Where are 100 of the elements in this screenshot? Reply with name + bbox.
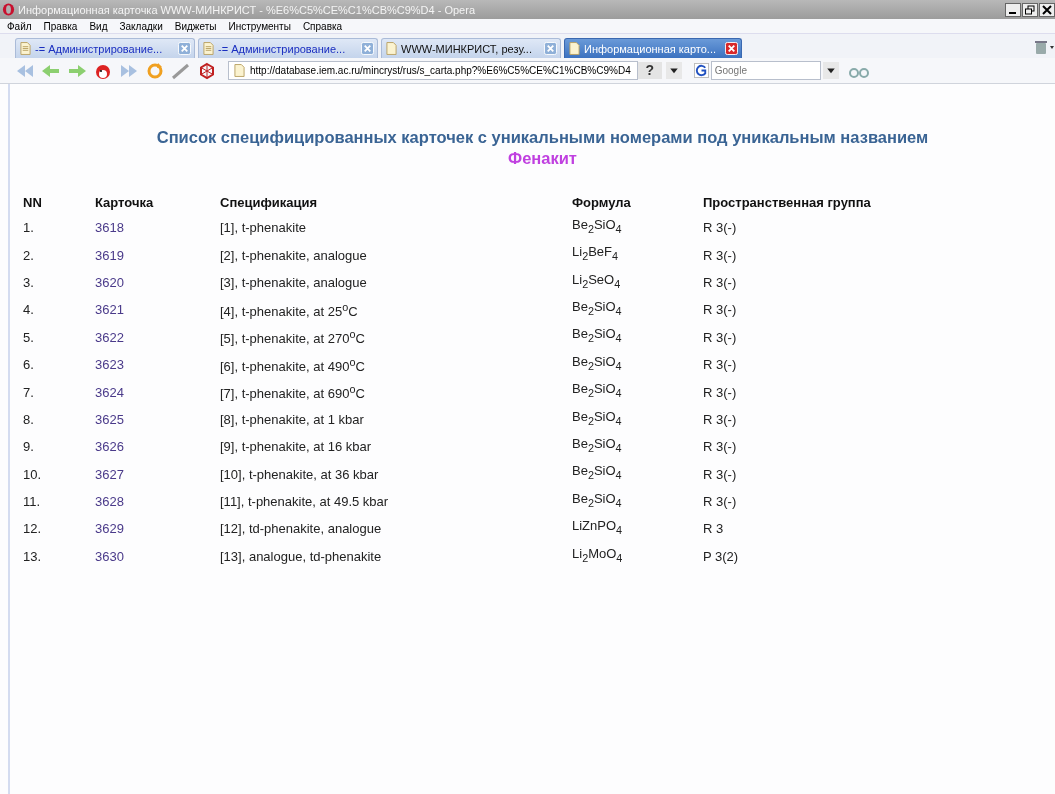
row-number: 12. — [23, 521, 42, 537]
specification-cell: [13], analogue, td-phenakite — [220, 548, 382, 564]
page-icon — [20, 42, 31, 55]
browser-tab[interactable]: -= Администрирование... — [198, 38, 378, 58]
card-link[interactable]: 3629 — [95, 521, 124, 537]
row-number: 13. — [23, 548, 42, 564]
column-header: Пространственная группа — [703, 195, 871, 210]
specification-cell: [7], t-phenakite, at 690$^{o}$C — [220, 386, 365, 402]
space-group-cell: R 3(-) — [703, 357, 737, 373]
card-link[interactable]: 3630 — [95, 548, 124, 564]
card-link[interactable]: 3628 — [95, 494, 124, 510]
specification-cell: [9], t-phenakite, at 16 kbar — [220, 439, 372, 455]
card-link[interactable]: 3626 — [95, 439, 124, 455]
page-icon — [386, 42, 397, 55]
card-link[interactable]: 3619 — [95, 247, 124, 263]
help-button[interactable]: ? — [637, 62, 662, 79]
specification-cell: [1], t-phenakite — [220, 220, 306, 236]
page-icon — [569, 42, 580, 55]
specification-cell: [10], t-phenakite, at 36 kbar — [220, 466, 379, 482]
card-link[interactable]: 3621 — [95, 302, 124, 318]
menu-item[interactable]: Правка — [43, 20, 78, 32]
close-icon[interactable] — [1039, 2, 1055, 17]
menu-item[interactable]: Закладки — [119, 20, 163, 32]
card-link[interactable]: 3624 — [95, 384, 124, 400]
row-number: 7. — [23, 384, 34, 400]
row-number: 3. — [23, 274, 34, 290]
trash-icon[interactable] — [1033, 39, 1055, 55]
pen-icon[interactable] — [170, 61, 192, 80]
specification-cell: [5], t-phenakite, at 270$^{o}$C — [220, 331, 365, 347]
opera-logo-icon — [2, 3, 15, 16]
row-number: 5. — [23, 329, 34, 345]
space-group-cell: P 3(2) — [703, 548, 739, 564]
minimize-icon[interactable] — [1005, 2, 1021, 17]
column-header: Спецификация — [220, 195, 318, 210]
card-link[interactable]: 3623 — [95, 357, 124, 373]
browser-tab[interactable]: Информационная карто... — [564, 38, 742, 58]
specification-cell: [12], td-phenakite, analogue — [220, 521, 382, 537]
space-group-cell: R 3 — [703, 521, 724, 537]
space-group-cell: R 3(-) — [703, 494, 737, 510]
specification-cell: [6], t-phenakite, at 490$^{o}$C — [220, 358, 365, 374]
formula-cell: Be$_{2}$SiO$_{4}$ — [572, 326, 622, 342]
row-number: 1. — [23, 220, 34, 236]
specification-cell: [3], t-phenakite, analogue — [220, 274, 367, 290]
restore-icon[interactable] — [1022, 2, 1038, 17]
formula-cell: Be$_{2}$SiO$_{4}$ — [572, 490, 622, 506]
page-title: Список специфицированных карточек с уникальными номерами под уникальным названием — [155, 128, 930, 147]
formula-cell: Li$_{2}$BeF$_{4}$ — [572, 244, 619, 260]
space-group-cell: R 3(-) — [703, 439, 737, 455]
card-link[interactable]: 3622 — [95, 329, 124, 345]
formula-cell: Be$_{2}$SiO$_{4}$ — [572, 216, 622, 232]
specification-cell: [8], t-phenakite, at 1 kbar — [220, 411, 364, 427]
search-field[interactable]: Google — [710, 61, 821, 80]
column-header: Карточка — [95, 195, 154, 210]
card-link[interactable]: 3620 — [95, 274, 124, 290]
specification-cell: [2], t-phenakite, analogue — [220, 247, 367, 263]
specification-cell: [4], t-phenakite, at 25$^{o}$C — [220, 304, 358, 320]
row-number: 11. — [23, 494, 41, 510]
dropdown-icon[interactable] — [665, 62, 682, 79]
card-link[interactable]: 3618 — [95, 220, 124, 236]
formula-cell: Be$_{2}$SiO$_{4}$ — [572, 353, 622, 369]
card-link[interactable]: 3627 — [95, 466, 124, 482]
browser-tab[interactable]: WWW-МИНКРИСТ, резу... — [381, 38, 561, 58]
menu-item[interactable]: Файл — [7, 20, 32, 32]
row-number: 4. — [23, 302, 34, 318]
search-engine-icon — [693, 63, 709, 78]
formula-cell: LiZnPO$_{4}$ — [572, 518, 623, 534]
formula-cell: Be$_{2}$SiO$_{4}$ — [572, 408, 622, 424]
card-link[interactable]: 3625 — [95, 411, 124, 427]
formula-cell: Be$_{2}$SiO$_{4}$ — [572, 436, 622, 451]
space-group-cell: R 3(-) — [703, 302, 737, 318]
space-group-cell: R 3(-) — [703, 220, 737, 236]
row-number: 2. — [23, 247, 34, 263]
formula-cell: Be$_{2}$SiO$_{4}$ — [572, 463, 622, 479]
page-icon — [234, 64, 245, 77]
space-group-cell: R 3(-) — [703, 384, 737, 400]
row-number: 6. — [23, 357, 34, 373]
space-group-cell: R 3(-) — [703, 329, 737, 345]
address-field[interactable]: http://database.iem.ac.ru/mincryst/rus/s_carta.php?%E6%C5%CE%C1%CB%C9%D4 — [228, 61, 638, 80]
space-group-cell: R 3(-) — [703, 274, 737, 290]
space-group-cell: R 3(-) — [703, 247, 737, 263]
column-header: Формула — [572, 195, 631, 210]
space-group-cell: R 3(-) — [703, 411, 737, 427]
row-number: 9. — [23, 439, 34, 455]
dropdown-icon[interactable] — [822, 62, 839, 79]
menu-item[interactable]: Инструменты — [228, 20, 291, 32]
formula-cell: Be$_{2}$SiO$_{4}$ — [572, 381, 622, 397]
menu-item[interactable]: Вид — [89, 20, 108, 32]
formula-cell: Li$_{2}$SeO$_{4}$ — [572, 271, 621, 287]
row-number: 8. — [23, 411, 34, 427]
mineral-name: Фенакит — [507, 149, 578, 168]
window-title: Информационная карточка WWW-МИНКРИСТ - %E6%C5%CE%C1%CB%C9%D4 - Opera — [18, 3, 475, 16]
browser-tab[interactable]: -= Администрирование... — [15, 38, 195, 58]
menu-item[interactable]: Справка — [302, 20, 343, 32]
specification-cell: [11], t-phenakite, at 49.5 kbar — [220, 494, 389, 510]
menu-item[interactable]: Виджеты — [174, 20, 217, 32]
page-icon — [203, 42, 214, 55]
space-group-cell: R 3(-) — [703, 466, 737, 482]
formula-cell: Li$_{2}$MoO$_{4}$ — [572, 545, 623, 561]
column-header: NN — [23, 195, 42, 210]
formula-cell: Be$_{2}$SiO$_{4}$ — [572, 299, 622, 315]
